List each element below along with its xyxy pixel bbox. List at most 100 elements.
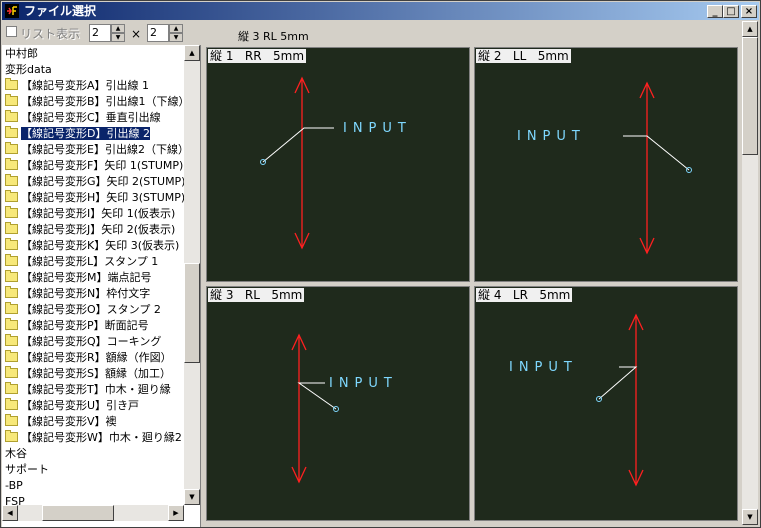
tree-item[interactable]: 【線記号変形U】引き戸 [5, 398, 139, 414]
tree-item[interactable]: 【線記号変形M】端点記号 [5, 270, 152, 286]
folder-icon [5, 78, 18, 90]
title-bar[interactable]: ファイル選択 _ □ × [2, 2, 759, 20]
tree-item[interactable]: 【線記号変形F】矢印 1(STUMP) [5, 158, 183, 174]
folder-icon [5, 334, 18, 346]
tree-item[interactable]: 【線記号変形P】断面記号 [5, 318, 149, 334]
preview-scroll-down-button[interactable]: ▼ [742, 509, 758, 525]
tree-item-label: 【線記号変形A】引出線 1 [21, 79, 150, 92]
preview-panel-4[interactable]: INPUT 縦 4 LR 5mm [474, 286, 738, 521]
preview-drawing-1: INPUT [260, 76, 412, 250]
input-label-4: INPUT [509, 360, 578, 375]
tree-item[interactable]: 【線記号変形K】矢印 3(仮表示) [5, 238, 179, 254]
preview-panel-3[interactable]: INPUT 縦 3 RL 5mm [206, 286, 470, 521]
preview-panel-1[interactable]: INPUT 縦 1 RR 5mm [206, 47, 470, 282]
tree-item-label: 【線記号変形Q】コーキング [21, 335, 162, 348]
rows-down-button[interactable]: ▼ [169, 33, 183, 42]
folder-icon [5, 302, 18, 314]
close-button[interactable]: × [741, 5, 757, 18]
tree-vertical-scrollbar[interactable]: ▲ ▼ [184, 45, 200, 505]
tree-item-label: 【線記号変形J】矢印 2(仮表示) [21, 223, 176, 236]
tree-horizontal-scrollbar[interactable]: ◀ ▶ [2, 505, 184, 521]
tree-item[interactable]: 【線記号変形A】引出線 1 [5, 78, 149, 94]
tree-item-label: 【線記号変形V】襖 [21, 415, 117, 428]
tree-item[interactable]: 【線記号変形N】枠付文字 [5, 286, 150, 302]
list-view-label: リスト表示 [20, 27, 81, 41]
tree-item-label: 【線記号変形I】矢印 1(仮表示) [21, 207, 176, 220]
folder-tree[interactable]: 中村郎 変形data 【線記号変形A】引出線 1 【線記号変形B】引出線1（下線） 【線… [2, 45, 201, 527]
folder-icon [5, 254, 18, 266]
tree-group-item[interactable]: 変形data [5, 62, 52, 78]
tree-item-label: 【線記号変形P】断面記号 [21, 319, 149, 332]
tree-item[interactable]: 【線記号変形R】額縁（作図） [5, 350, 172, 366]
list-view-checkbox[interactable] [6, 26, 17, 37]
tree-item[interactable]: 【線記号変形B】引出線1（下線） [5, 94, 190, 110]
tree-item[interactable]: 【線記号変形L】スタンプ 1 [5, 254, 158, 270]
tree-item-label: 【線記号変形W】巾木・廻り縁2 [21, 431, 182, 444]
tree-group-item[interactable]: -BP [5, 478, 23, 494]
tree-scroll-down-button[interactable]: ▼ [184, 489, 200, 505]
tree-scroll-up-button[interactable]: ▲ [184, 45, 200, 61]
rows-up-button[interactable]: ▲ [169, 24, 183, 33]
tree-item[interactable]: 【線記号変形T】巾木・廻り縁 [5, 382, 171, 398]
panel-title-1: 縦 1 RR 5mm [208, 49, 307, 63]
tree-item[interactable]: 【線記号変形Q】コーキング [5, 334, 161, 350]
tree-group-item[interactable]: サポート [5, 462, 49, 478]
tree-item-label: 変形data [5, 63, 52, 76]
tree-item[interactable]: 【線記号変形E】引出線2（下線） [5, 142, 189, 158]
input-label-1: INPUT [343, 121, 412, 136]
times-sign: × [131, 27, 142, 41]
columns-value[interactable]: 2 [89, 24, 111, 42]
panel-title-2: 縦 2 LL 5mm [476, 49, 571, 63]
tree-scroll-thumb[interactable] [184, 263, 200, 363]
tree-item-label: 【線記号変形H】矢印 3(STUMP) [21, 191, 186, 204]
tree-scroll-right-button[interactable]: ▶ [168, 505, 184, 521]
folder-icon [5, 366, 18, 378]
folder-icon [5, 94, 18, 106]
tree-hscroll-thumb[interactable] [42, 505, 114, 521]
columns-up-button[interactable]: ▲ [111, 24, 125, 33]
rows-value[interactable]: 2 [147, 24, 169, 42]
tree-item[interactable]: 【線記号変形C】垂直引出線 [5, 110, 161, 126]
app-icon [5, 4, 19, 18]
tree-item[interactable]: 【線記号変形S】額縁（加工） [5, 366, 171, 382]
tree-group-item[interactable]: 木谷 [5, 446, 27, 462]
preview-drawing-4: INPUT [509, 313, 644, 487]
tree-item[interactable]: 【線記号変形I】矢印 1(仮表示) [5, 206, 175, 222]
tree-item[interactable]: 【線記号変形H】矢印 3(STUMP) [5, 190, 185, 206]
tree-item-label: 【線記号変形O】スタンプ 2 [21, 303, 161, 316]
tree-item-selected[interactable]: 【線記号変形D】引出線 2 [5, 126, 151, 142]
tree-item-label: 【線記号変形T】巾木・廻り縁 [21, 383, 171, 396]
preview-scroll-up-button[interactable]: ▲ [742, 21, 758, 37]
folder-icon [5, 270, 18, 282]
preview-drawing-3: INPUT [291, 333, 392, 484]
folder-icon [5, 398, 18, 410]
folder-icon [5, 382, 18, 394]
window-title: ファイル選択 [24, 4, 97, 18]
folder-icon [5, 142, 18, 154]
toolbar: リスト表示 2 ▲ ▼ × 2 ▲ ▼ 縦 3 RL 5mm [2, 21, 759, 45]
tree-item[interactable]: 【線記号変形G】矢印 2(STUMP) [5, 174, 185, 190]
preview-vertical-scrollbar[interactable]: ▲ ▼ [742, 21, 758, 525]
tree-item[interactable]: 【線記号変形W】巾木・廻り縁2 [5, 430, 182, 446]
folder-icon [5, 126, 18, 138]
tree-group-item[interactable]: 中村郎 [5, 46, 38, 62]
panel-title-4: 縦 4 LR 5mm [476, 288, 573, 302]
tree-item-label: 【線記号変形L】スタンプ 1 [21, 255, 159, 268]
preview-panel-2[interactable]: INPUT 縦 2 LL 5mm [474, 47, 738, 282]
preview-drawing-2: INPUT [517, 81, 692, 255]
preview-scroll-thumb[interactable] [742, 37, 758, 155]
selected-status: 縦 3 RL 5mm [238, 30, 309, 43]
tree-item[interactable]: 【線記号変形V】襖 [5, 414, 117, 430]
input-label-2: INPUT [517, 129, 586, 144]
maximize-button[interactable]: □ [723, 5, 739, 18]
tree-item[interactable]: 【線記号変形J】矢印 2(仮表示) [5, 222, 175, 238]
folder-icon [5, 238, 18, 250]
columns-down-button[interactable]: ▼ [111, 33, 125, 42]
minimize-button[interactable]: _ [707, 5, 723, 18]
tree-scroll-left-button[interactable]: ◀ [2, 505, 18, 521]
tree-item-label: 【線記号変形N】枠付文字 [21, 287, 151, 300]
tree-item-label: 【線記号変形C】垂直引出線 [21, 111, 161, 124]
folder-icon [5, 190, 18, 202]
tree-item-label: 【線記号変形K】矢印 3(仮表示) [21, 239, 180, 252]
tree-item[interactable]: 【線記号変形O】スタンプ 2 [5, 302, 161, 318]
